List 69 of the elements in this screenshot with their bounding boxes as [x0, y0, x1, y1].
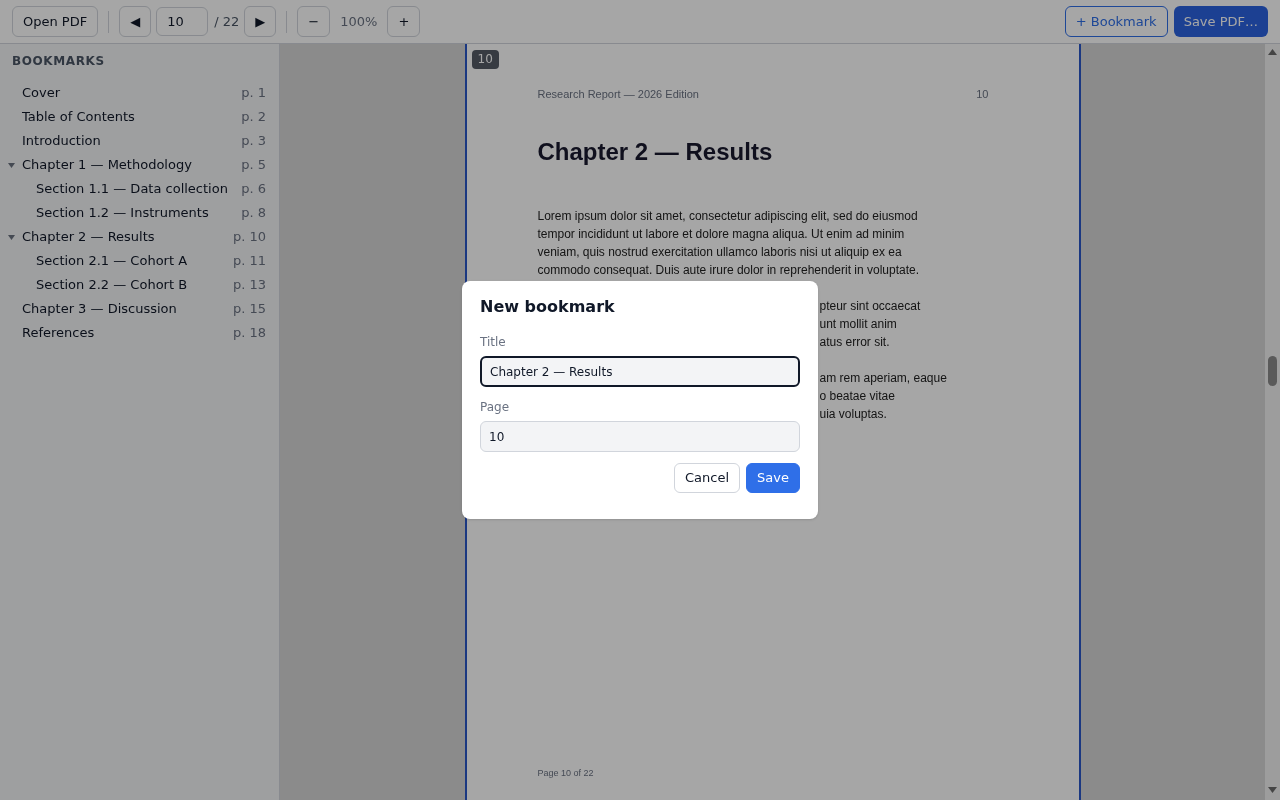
bookmark-page: p. 11	[232, 252, 266, 271]
bookmark-title: Chapter 1 — Methodology	[22, 156, 192, 175]
bookmark-page: p. 3	[241, 132, 266, 151]
bookmark-page: p. 8	[241, 204, 266, 223]
bookmark-item[interactable]: Section 1.2 — Instruments p. 8	[0, 201, 279, 225]
page-total: / 22	[214, 12, 240, 31]
open-pdf-button[interactable]: Open PDF	[12, 6, 99, 37]
bookmark-title: Section 2.1 — Cohort A	[36, 252, 188, 271]
bookmark-item[interactable]: Cover p. 1	[0, 81, 279, 105]
bookmark-page: p. 15	[232, 300, 266, 319]
bookmark-page: p. 2	[241, 108, 266, 127]
bookmark-item[interactable]: Chapter 1 — Methodology p. 5	[0, 153, 279, 177]
bookmark-page: p. 10	[232, 228, 266, 247]
bookmark-page: p. 18	[232, 324, 266, 343]
text-field[interactable]: 10	[480, 421, 800, 452]
previous-page-button[interactable]: ◀	[119, 6, 152, 37]
bookmark-page: p. 1	[241, 84, 266, 103]
expanded-caret-icon[interactable]	[8, 234, 15, 241]
running-header: Research Report — 2026 Edition	[537, 87, 699, 102]
bookmark-item[interactable]: Chapter 2 — Results p. 10	[0, 225, 279, 249]
bookmark-item[interactable]: Introduction p. 3	[0, 129, 279, 153]
paragraph-fragment: unt mollit anim	[819, 315, 897, 333]
bookmark-title: Section 2.2 — Cohort B	[36, 276, 188, 295]
bookmark-title: Section 1.2 — Instruments	[36, 204, 209, 223]
paragraph-fragment: pteur sint occaecat	[819, 297, 921, 315]
bookmark-title: References	[22, 324, 95, 343]
bookmark-item[interactable]: Section 2.1 — Cohort A p. 11	[0, 249, 279, 273]
scrollbar[interactable]	[1265, 44, 1280, 800]
bookmark-page: p. 5	[241, 156, 266, 175]
paragraph-fragment: am rem aperiam, eaque	[819, 369, 947, 387]
scroll-thumb[interactable]	[1268, 356, 1277, 386]
bookmark-item[interactable]: Section 2.2 — Cohort B p. 13	[0, 273, 279, 297]
add-bookmark-button[interactable]: + Bookmark	[1064, 6, 1168, 37]
body-paragraph: Lorem ipsum dolor sit amet, consectetur adipiscing elit, sed do eiusmod tempor incididunt ut labore et dolore magna aliqua. Ut enim ad minim veniam, quis nostrud exercitation ullamco laboris nisi ut aliquip ex ea commodo consequat. Duis aute irure dolor in reprehenderit in voluptate.	[536, 207, 921, 279]
save-pdf-button[interactable]: Save PDF…	[1173, 6, 1268, 37]
save-button[interactable]: Save	[746, 463, 800, 493]
page-number-field[interactable]: 10	[156, 7, 209, 36]
bookmark-page: p. 13	[232, 276, 266, 295]
chapter-title: Chapter 2 — Results	[536, 136, 774, 167]
bookmark-title: Section 1.1 — Data collection	[36, 180, 228, 199]
dialog-title: New bookmark	[480, 296, 616, 318]
bookmark-item[interactable]: References p. 18	[0, 321, 279, 345]
paragraph-fragment: atus error sit.	[819, 333, 890, 351]
bookmark-item[interactable]: Table of Contents p. 2	[0, 105, 279, 129]
bookmark-title: Table of Contents	[22, 108, 135, 127]
bookmark-page: p. 6	[241, 180, 266, 199]
text-field[interactable]: Chapter 2 — Results	[480, 356, 800, 387]
scroll-down-icon[interactable]	[1268, 787, 1277, 793]
bookmark-title: Chapter 3 — Discussion	[22, 300, 177, 319]
cancel-button[interactable]: Cancel	[674, 463, 741, 493]
bookmark-title: Chapter 2 — Results	[22, 228, 155, 247]
bookmark-item[interactable]: Section 1.1 — Data collection p. 6	[0, 177, 279, 201]
sidebar-heading: BOOKMARKS	[11, 53, 106, 70]
bookmark-item[interactable]: Chapter 3 — Discussion p. 15	[0, 297, 279, 321]
page-footer: Page 10 of 22	[537, 767, 594, 781]
bookmark-title: Introduction	[22, 132, 101, 151]
field-label: Page	[480, 399, 511, 416]
header-page-number: 10	[976, 87, 989, 102]
paragraph-fragment: uia voluptas.	[819, 405, 887, 423]
zoom-level: 100%	[340, 12, 378, 31]
next-page-button[interactable]: ▶	[244, 6, 277, 37]
field-label: Title	[480, 334, 507, 351]
paragraph-fragment: o beatae vitae	[819, 387, 895, 405]
scroll-up-icon[interactable]	[1268, 49, 1277, 55]
zoom-out-button[interactable]: −	[297, 6, 331, 37]
zoom-in-button[interactable]: +	[387, 6, 421, 37]
expanded-caret-icon[interactable]	[8, 162, 15, 169]
page-number-badge: 10	[471, 50, 499, 69]
bookmark-title: Cover	[22, 84, 61, 103]
